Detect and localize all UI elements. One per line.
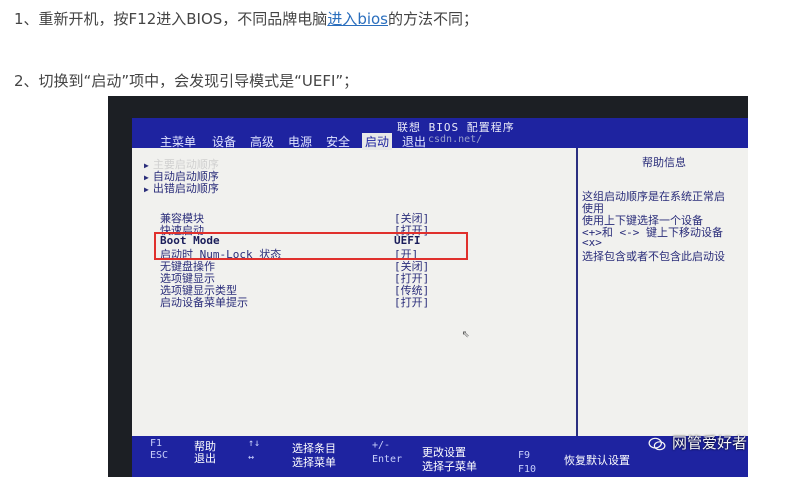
key-leftright: ↔ xyxy=(248,452,255,463)
key-f1: F1 xyxy=(150,438,163,449)
mouse-pointer-icon: ⇖ xyxy=(462,326,470,341)
enter-bios-link[interactable]: 进入bios xyxy=(327,10,388,28)
watermark: csdn.net/ xyxy=(428,134,483,145)
bios-menubar: 主菜单 设备 高级 电源 安全 启动 退出 csdn.net/ xyxy=(132,132,748,150)
key-esc-desc: 退出 xyxy=(194,452,216,465)
option-boot-menu-prompt[interactable]: 启动设备菜单提示 xyxy=(160,294,248,310)
key-f9: F9 xyxy=(518,450,531,461)
wechat-badge: 网管爱好者 xyxy=(648,432,747,453)
help-pane: 帮助信息 这组启动顺序是在系统正常启 使用 使用上下键选择一个设备 <+>和 <… xyxy=(576,148,748,438)
key-f10: F10 xyxy=(518,464,537,475)
help-line: 选择包含或者不包含此启动设 xyxy=(582,250,725,263)
nav-error-boot-sequence[interactable]: ▶ 出错启动顺序 xyxy=(144,180,219,196)
key-plusminus: +/- xyxy=(372,440,391,451)
key-esc: ESC xyxy=(150,450,169,461)
step-1-after: 的方法不同； xyxy=(388,10,479,28)
wechat-icon xyxy=(648,437,666,450)
key-leftright-desc: 选择菜单 xyxy=(292,456,336,469)
step-1-text: 1、重新开机，按F12进入BIOS，不同品牌电脑进入bios的方法不同； xyxy=(14,8,478,29)
badge-text: 网管爱好者 xyxy=(672,434,748,452)
key-updown: ↑↓ xyxy=(248,438,261,449)
bios-titlebar: 联想 BIOS 配置程序 xyxy=(132,118,748,134)
help-title: 帮助信息 xyxy=(642,156,686,169)
help-line: <+>和 <-> 键上下移动设备 xyxy=(582,226,723,239)
nav-label: 出错启动顺序 xyxy=(152,182,219,195)
key-f9-desc: 恢复默认设置 xyxy=(564,454,630,467)
key-enter-desc: 选择子菜单 xyxy=(422,460,477,473)
key-enter: Enter xyxy=(372,454,403,465)
triangle-icon: ▶ xyxy=(144,185,149,194)
step-1-before: 1、重新开机，按F12进入BIOS，不同品牌电脑 xyxy=(14,10,328,28)
step-2-text: 2、切换到“启动”项中，会发现引导模式是“UEFI”； xyxy=(14,72,359,90)
bios-options-pane: ▶ 主要启动顺序 ▶ 自动启动顺序 ▶ 出错启动顺序 兼容模块 [关闭] 快速启动 [… xyxy=(132,148,576,438)
bios-screen: 联想 BIOS 配置程序 主菜单 设备 高级 电源 安全 启动 退出 csdn.… xyxy=(132,118,748,438)
bios-photo: 联想 BIOS 配置程序 主菜单 设备 高级 电源 安全 启动 退出 csdn.… xyxy=(108,96,748,477)
boot-mode-highlight-box xyxy=(154,232,468,260)
value-boot-menu-prompt[interactable]: [打开] xyxy=(394,294,429,310)
